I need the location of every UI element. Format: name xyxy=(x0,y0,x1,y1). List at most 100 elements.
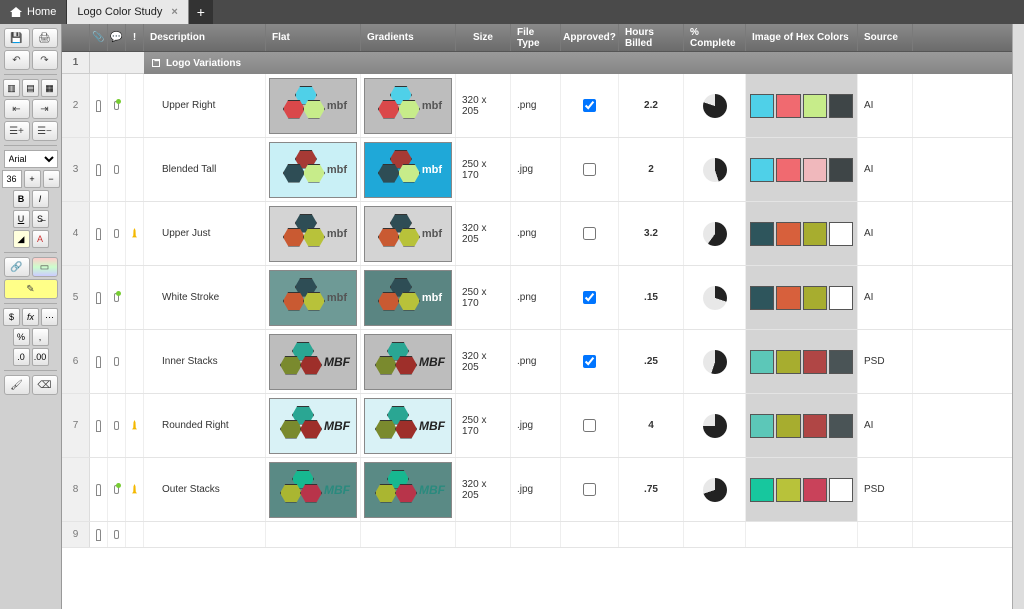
grad-cell[interactable]: MBF xyxy=(361,394,456,457)
logo-thumbnail[interactable]: MBF xyxy=(269,462,357,518)
comment-cell[interactable] xyxy=(108,394,126,457)
logo-thumbnail[interactable]: MBF xyxy=(364,462,452,518)
header-rownum[interactable] xyxy=(62,24,90,51)
clear-button[interactable]: ⌫ xyxy=(32,375,58,395)
font-select[interactable]: Arial xyxy=(4,150,58,168)
header-size[interactable]: Size xyxy=(456,24,511,51)
source-cell[interactable]: AI xyxy=(858,394,913,457)
comment-cell[interactable] xyxy=(108,138,126,201)
desc-cell[interactable]: White Stroke xyxy=(144,266,266,329)
pct-cell[interactable] xyxy=(684,266,746,329)
attach-cell[interactable] xyxy=(90,74,108,137)
approved-cell[interactable] xyxy=(561,330,619,393)
desc-cell[interactable]: Blended Tall xyxy=(144,138,266,201)
size-cell[interactable]: 320 x 205 xyxy=(456,74,511,137)
header-description[interactable]: Description xyxy=(144,24,266,51)
flat-cell[interactable]: mbf xyxy=(266,74,361,137)
approved-checkbox[interactable] xyxy=(583,483,596,496)
attach-cell[interactable] xyxy=(90,394,108,457)
hours-cell[interactable]: .75 xyxy=(619,458,684,521)
approved-cell[interactable] xyxy=(561,394,619,457)
indent-left-button[interactable]: ⇤ xyxy=(4,99,30,119)
flag-cell[interactable] xyxy=(126,330,144,393)
logo-thumbnail[interactable]: MBF xyxy=(269,398,357,454)
attach-cell[interactable] xyxy=(90,266,108,329)
header-hours[interactable]: Hours Billed xyxy=(619,24,684,51)
size-down-button[interactable]: − xyxy=(43,170,60,188)
source-cell[interactable]: PSD xyxy=(858,458,913,521)
hex-cell[interactable] xyxy=(746,458,858,521)
group-header-row[interactable]: 1 Logo Variations xyxy=(62,52,1012,74)
logo-thumbnail[interactable]: mbf xyxy=(269,270,357,326)
header-attach[interactable]: 📎 xyxy=(90,24,108,51)
table-row[interactable]: 7 Rounded Right MBF MBF 250 x 170 .jpg 4… xyxy=(62,394,1012,458)
size-cell[interactable]: 250 x 170 xyxy=(456,266,511,329)
pct-cell[interactable] xyxy=(684,330,746,393)
format-button[interactable]: ▭ xyxy=(32,257,58,277)
header-comment[interactable]: 💬 xyxy=(108,24,126,51)
logo-thumbnail[interactable]: mbf xyxy=(364,142,452,198)
approved-cell[interactable] xyxy=(561,202,619,265)
header-flat[interactable]: Flat xyxy=(266,24,361,51)
approved-checkbox[interactable] xyxy=(583,99,596,112)
comment-cell[interactable] xyxy=(108,266,126,329)
header-filetype[interactable]: File Type xyxy=(511,24,561,51)
dec-dec-button[interactable]: .00 xyxy=(32,348,49,366)
table-row[interactable]: 4 Upper Just mbf mbf 320 x 205 .png 3.2 … xyxy=(62,202,1012,266)
flag-cell[interactable] xyxy=(126,394,144,457)
approved-checkbox[interactable] xyxy=(583,355,596,368)
source-cell[interactable]: AI xyxy=(858,202,913,265)
undo-button[interactable]: ↶ xyxy=(4,50,30,70)
flat-cell[interactable]: MBF xyxy=(266,330,361,393)
logo-thumbnail[interactable]: mbf xyxy=(364,206,452,262)
filetype-cell[interactable]: .png xyxy=(511,74,561,137)
collapse-icon[interactable] xyxy=(152,59,160,67)
flat-cell[interactable]: MBF xyxy=(266,394,361,457)
filetype-cell[interactable]: .jpg xyxy=(511,138,561,201)
italic-button[interactable]: I xyxy=(32,190,49,208)
textcolor-button[interactable]: A xyxy=(32,230,49,248)
grad-cell[interactable]: MBF xyxy=(361,458,456,521)
more-button[interactable]: ⋯ xyxy=(41,308,58,326)
hours-cell[interactable]: 2 xyxy=(619,138,684,201)
table-row[interactable]: 5 White Stroke mbf mbf 250 x 170 .png .1… xyxy=(62,266,1012,330)
desc-cell[interactable]: Upper Right xyxy=(144,74,266,137)
comma-button[interactable]: , xyxy=(32,328,49,346)
logo-thumbnail[interactable]: mbf xyxy=(269,78,357,134)
logo-thumbnail[interactable]: MBF xyxy=(364,334,452,390)
pct-cell[interactable] xyxy=(684,74,746,137)
approved-cell[interactable] xyxy=(561,458,619,521)
indent-right-button[interactable]: ⇥ xyxy=(32,99,58,119)
logo-thumbnail[interactable]: mbf xyxy=(269,142,357,198)
hex-cell[interactable] xyxy=(746,266,858,329)
flat-cell[interactable]: mbf xyxy=(266,138,361,201)
size-cell[interactable]: 250 x 170 xyxy=(456,394,511,457)
pct-cell[interactable] xyxy=(684,394,746,457)
size-up-button[interactable]: + xyxy=(24,170,41,188)
approved-checkbox[interactable] xyxy=(583,291,596,304)
filetype-cell[interactable]: .png xyxy=(511,202,561,265)
header-gradients[interactable]: Gradients xyxy=(361,24,456,51)
table-row[interactable]: 3 Blended Tall mbf mbf 250 x 170 .jpg 2 … xyxy=(62,138,1012,202)
filetype-cell[interactable]: .jpg xyxy=(511,394,561,457)
flag-cell[interactable] xyxy=(126,458,144,521)
pct-cell[interactable] xyxy=(684,458,746,521)
logo-thumbnail[interactable]: MBF xyxy=(364,398,452,454)
underline-button[interactable]: U xyxy=(13,210,30,228)
desc-cell[interactable]: Inner Stacks xyxy=(144,330,266,393)
grad-cell[interactable]: mbf xyxy=(361,138,456,201)
approved-checkbox[interactable] xyxy=(583,419,596,432)
comment-cell[interactable] xyxy=(108,74,126,137)
flag-cell[interactable] xyxy=(126,74,144,137)
approved-cell[interactable] xyxy=(561,266,619,329)
logo-thumbnail[interactable]: mbf xyxy=(364,270,452,326)
approved-checkbox[interactable] xyxy=(583,227,596,240)
highlight-button[interactable]: ✎ xyxy=(4,279,58,299)
desc-cell[interactable]: Rounded Right xyxy=(144,394,266,457)
save-button[interactable]: 💾 xyxy=(4,28,30,48)
logo-thumbnail[interactable]: MBF xyxy=(269,334,357,390)
source-cell[interactable]: AI xyxy=(858,138,913,201)
attach-cell[interactable] xyxy=(90,202,108,265)
flag-cell[interactable] xyxy=(126,138,144,201)
row-insert-button[interactable]: ☰+ xyxy=(4,121,30,141)
